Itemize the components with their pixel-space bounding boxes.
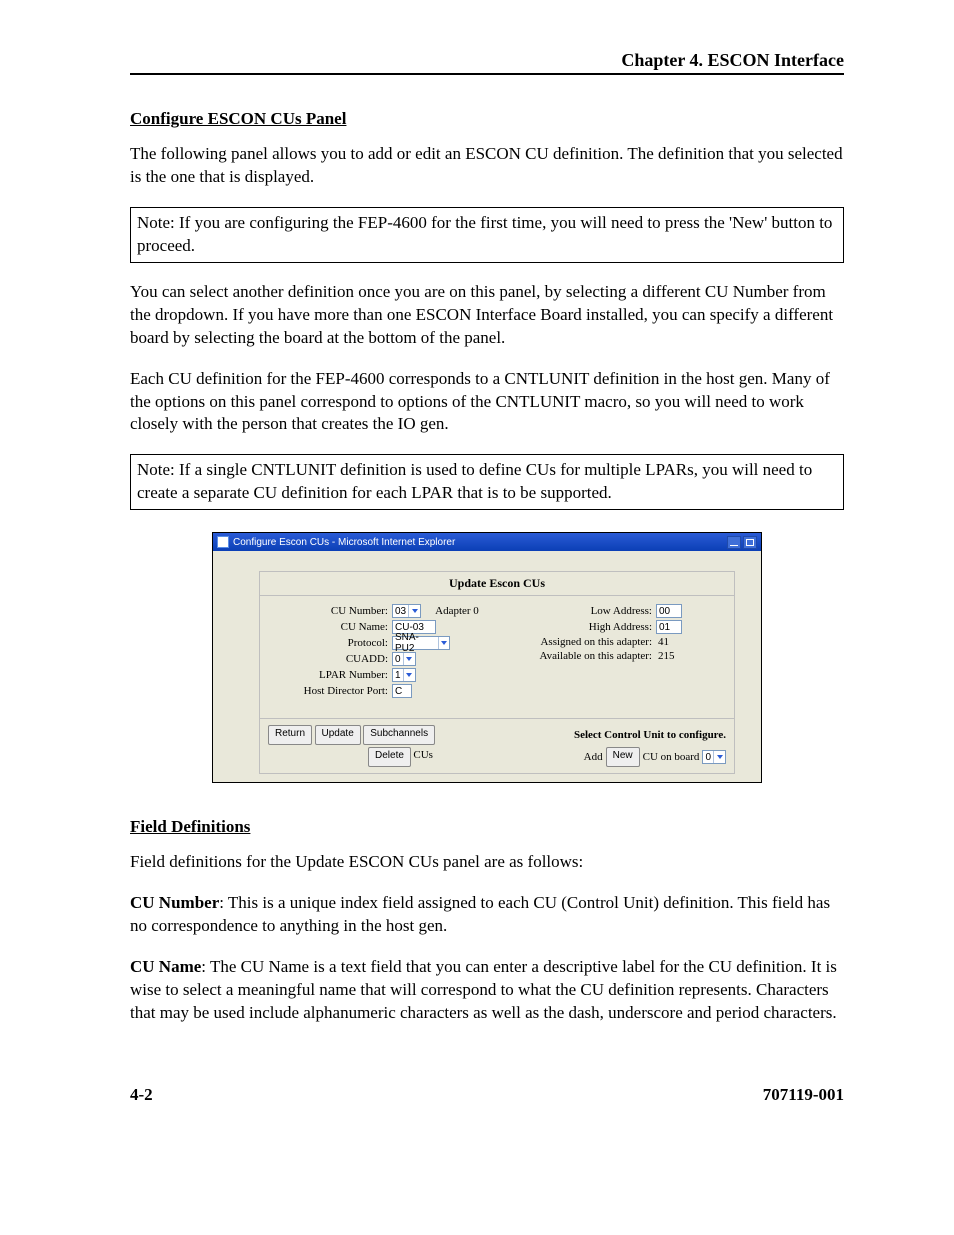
screenshot-panel: Configure Escon CUs - Microsoft Internet… — [130, 532, 844, 783]
form-heading: Update Escon CUs — [260, 572, 734, 596]
available-label: Available on this adapter: — [502, 650, 652, 662]
add-prefix: Add — [584, 751, 603, 763]
cu-name-text: : The CU Name is a text field that you c… — [130, 957, 837, 1022]
cu-number-head: CU Number — [130, 893, 219, 912]
field-cu-number: CU Number: This is a unique index field … — [130, 892, 844, 938]
section-title-fields: Field Definitions — [130, 817, 844, 837]
cuadd-value: 0 — [395, 654, 401, 665]
field-intro: Field definitions for the Update ESCON C… — [130, 851, 844, 874]
assigned-label: Assigned on this adapter: — [502, 636, 652, 648]
note-lpars: Note: If a single CNTLUNIT definition is… — [130, 454, 844, 510]
return-button[interactable]: Return — [268, 725, 312, 745]
chevron-down-icon — [403, 669, 415, 681]
high-address-label: High Address: — [502, 621, 652, 633]
board-value: 0 — [705, 752, 711, 763]
new-button[interactable]: New — [606, 747, 640, 767]
protocol-label: Protocol: — [268, 637, 388, 649]
low-address-label: Low Address: — [502, 605, 652, 617]
add-suffix: CU on board — [643, 751, 700, 763]
low-address-input[interactable] — [656, 604, 682, 618]
high-address-input[interactable] — [656, 620, 682, 634]
adapter-label: Adapter 0 — [435, 605, 479, 617]
board-select[interactable]: 0 — [702, 750, 726, 764]
lpar-label: LPAR Number: — [268, 669, 388, 681]
chevron-down-icon — [403, 653, 415, 665]
field-cu-name: CU Name: The CU Name is a text field tha… — [130, 956, 844, 1025]
form-panel: Update Escon CUs CU Number: 03 Adapter 0 — [259, 571, 735, 774]
delete-button[interactable]: Delete — [368, 747, 411, 767]
protocol-value: SNA-PU2 — [395, 632, 436, 654]
assigned-value: 41 — [656, 636, 669, 648]
cuadd-select[interactable]: 0 — [392, 652, 416, 666]
cu-number-label: CU Number: — [268, 605, 388, 617]
para-cntlunit: Each CU definition for the FEP-4600 corr… — [130, 368, 844, 437]
window-title: Configure Escon CUs - Microsoft Internet… — [233, 537, 455, 548]
section-title-configure: Configure ESCON CUs Panel — [130, 109, 844, 129]
para-select: You can select another definition once y… — [130, 281, 844, 350]
lpar-value: 1 — [395, 670, 401, 681]
chevron-down-icon — [438, 637, 449, 649]
chevron-down-icon — [713, 751, 725, 763]
lpar-select[interactable]: 1 — [392, 668, 416, 682]
hdp-input[interactable] — [392, 684, 412, 698]
ie-window: Configure Escon CUs - Microsoft Internet… — [212, 532, 762, 783]
minimize-icon[interactable] — [727, 536, 741, 549]
cuadd-label: CUADD: — [268, 653, 388, 665]
para-intro: The following panel allows you to add or… — [130, 143, 844, 189]
update-button[interactable]: Update — [315, 725, 361, 745]
cu-name-head: CU Name — [130, 957, 201, 976]
maximize-icon[interactable] — [743, 536, 757, 549]
cu-name-label: CU Name: — [268, 621, 388, 633]
available-value: 215 — [656, 650, 675, 662]
cu-number-select[interactable]: 03 — [392, 604, 421, 618]
window-titlebar: Configure Escon CUs - Microsoft Internet… — [213, 533, 761, 551]
delete-suffix: CUs — [413, 749, 433, 761]
page-number: 4-2 — [130, 1085, 153, 1105]
chevron-down-icon — [408, 605, 420, 617]
chapter-header: Chapter 4. ESCON Interface — [130, 50, 844, 75]
select-cu-label: Select Control Unit to configure. — [574, 729, 726, 741]
subchannels-button[interactable]: Subchannels — [363, 725, 435, 745]
doc-number: 707119-001 — [763, 1085, 844, 1105]
cu-number-text: : This is a unique index field assigned … — [130, 893, 830, 935]
ie-icon — [217, 536, 229, 548]
cu-number-value: 03 — [395, 606, 406, 617]
note-first-time: Note: If you are configuring the FEP-460… — [130, 207, 844, 263]
protocol-select[interactable]: SNA-PU2 — [392, 636, 450, 650]
hdp-label: Host Director Port: — [268, 685, 388, 697]
